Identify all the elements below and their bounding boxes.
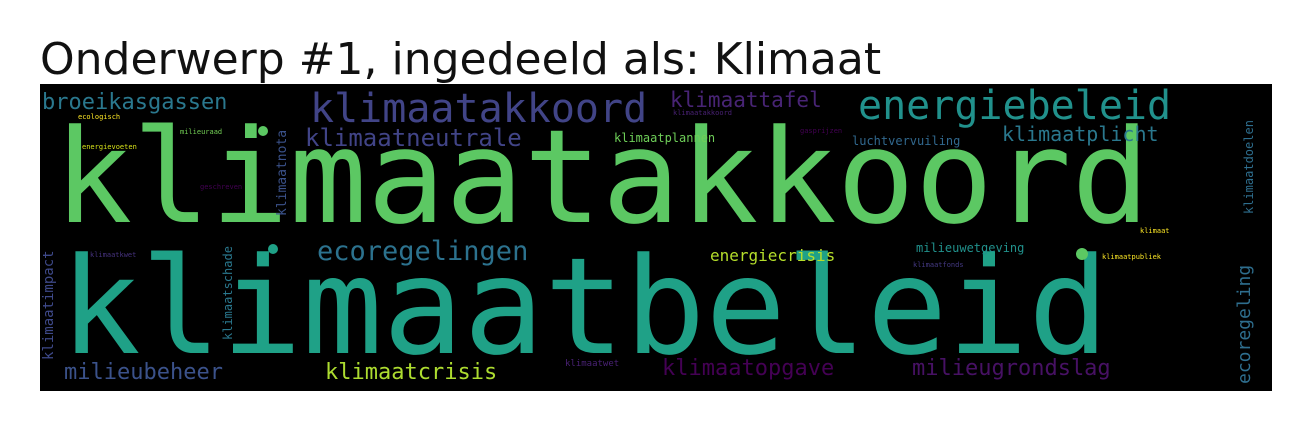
word-klimaatplannen: klimaatplannen xyxy=(614,131,716,145)
word-energiecrisis: energiecrisis xyxy=(710,246,836,265)
word-milieuraad: milieuraad xyxy=(180,128,223,136)
word-klimaatneutrale: klimaatneutrale xyxy=(305,124,522,152)
word-ecoregelingen: ecoregelingen xyxy=(317,236,529,267)
word-geschreven: geschreven xyxy=(200,183,243,191)
word-klimaatschade: klimaatschade xyxy=(221,246,235,340)
word-klimaatkwet: klimaatkwet xyxy=(90,251,137,259)
word-klimaatakkoord-small: klimaatakkoord xyxy=(673,109,733,117)
word-milieuwetgeving: milieuwetgeving xyxy=(916,241,1025,255)
word-klimaatwet: klimaatwet xyxy=(565,359,620,369)
word-dot xyxy=(1076,248,1088,260)
word-klimaatimpact: klimaatimpact xyxy=(41,250,57,360)
word-klimaatfonds: klimaatfonds xyxy=(913,261,964,269)
word-ecologisch-1: ecologisch xyxy=(78,113,121,121)
word-klimaatopgave: klimaatopgave xyxy=(662,356,835,381)
word-klimaat: klimaat xyxy=(1140,227,1170,235)
page-title: Onderwerp #1, ingedeeld als: Klimaat xyxy=(40,34,882,85)
word-klimaatpubliek: klimaatpubliek xyxy=(1102,253,1162,261)
word-klimaattafel: klimaattafel xyxy=(670,88,822,112)
word-luchtvervuiling: luchtvervuiling xyxy=(852,134,961,148)
word-broeikasgassen: broeikasgassen xyxy=(42,90,228,115)
word-klimaatnota: klimaatnota xyxy=(275,129,290,216)
word-klimaatcrisis: klimaatcrisis xyxy=(325,360,498,385)
word-energievoeten: energievoeten xyxy=(82,143,137,151)
word-ecoregeling: ecoregeling xyxy=(1234,264,1255,384)
word-energiebeleid: energiebeleid xyxy=(858,84,1172,129)
word-milieugrondslag: milieugrondslag xyxy=(912,356,1111,381)
word-dot xyxy=(258,126,268,136)
word-gasprijzen: gasprijzen xyxy=(800,127,843,135)
word-klimaatakkoord-medium: klimaatakkoord xyxy=(310,86,648,132)
word-cloud: klimaatakkoord klimaatbeleid klimaatakko… xyxy=(40,84,1272,391)
word-dot xyxy=(268,244,278,254)
word-klimaatplicht: klimaatplicht xyxy=(1002,122,1159,146)
word-klimaatdoelen: klimaatdoelen xyxy=(1242,120,1256,214)
word-milieubeheer: milieubeheer xyxy=(64,360,223,385)
